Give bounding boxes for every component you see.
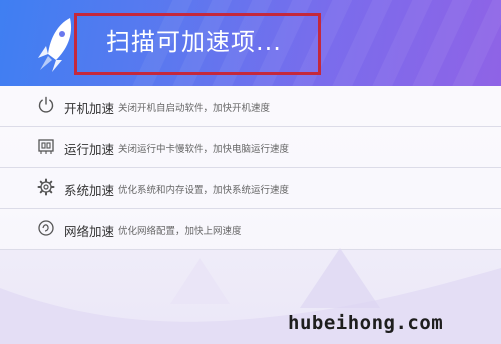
network-icon bbox=[38, 220, 54, 236]
item-description: 关闭运行中卡慢软件，加快电脑运行速度 bbox=[118, 144, 290, 155]
item-name: 系统加速 bbox=[64, 183, 115, 198]
item-name: 网络加速 bbox=[64, 224, 115, 239]
gear-icon bbox=[37, 178, 55, 196]
memory-chip-icon bbox=[38, 139, 54, 154]
item-description: 优化系统和内存设置，加快系统运行速度 bbox=[118, 185, 290, 196]
item-description: 关闭开机自启动软件，加快开机速度 bbox=[118, 103, 271, 114]
item-description: 优化网络配置，加快上网速度 bbox=[118, 226, 242, 237]
item-name: 运行加速 bbox=[64, 142, 115, 157]
rocket-icon bbox=[38, 18, 72, 72]
acceleration-list: 开机加速 关闭开机自启动软件，加快开机速度 运行加速 关闭运行中卡慢软件，加快电… bbox=[0, 86, 501, 250]
power-icon bbox=[38, 96, 54, 113]
list-item-network-speedup[interactable]: 网络加速 优化网络配置，加快上网速度 bbox=[0, 209, 501, 250]
scan-status-title: 扫描可加速项... bbox=[106, 28, 282, 56]
header-banner: 扫描可加速项... bbox=[0, 0, 501, 86]
list-item-system-speedup[interactable]: 系统加速 优化系统和内存设置，加快系统运行速度 bbox=[0, 168, 501, 209]
list-item-run-speedup[interactable]: 运行加速 关闭运行中卡慢软件，加快电脑运行速度 bbox=[0, 127, 501, 168]
item-name: 开机加速 bbox=[64, 101, 115, 116]
site-watermark: hubeihong.com bbox=[288, 312, 444, 334]
list-item-boot-speedup[interactable]: 开机加速 关闭开机自启动软件，加快开机速度 bbox=[0, 86, 501, 127]
